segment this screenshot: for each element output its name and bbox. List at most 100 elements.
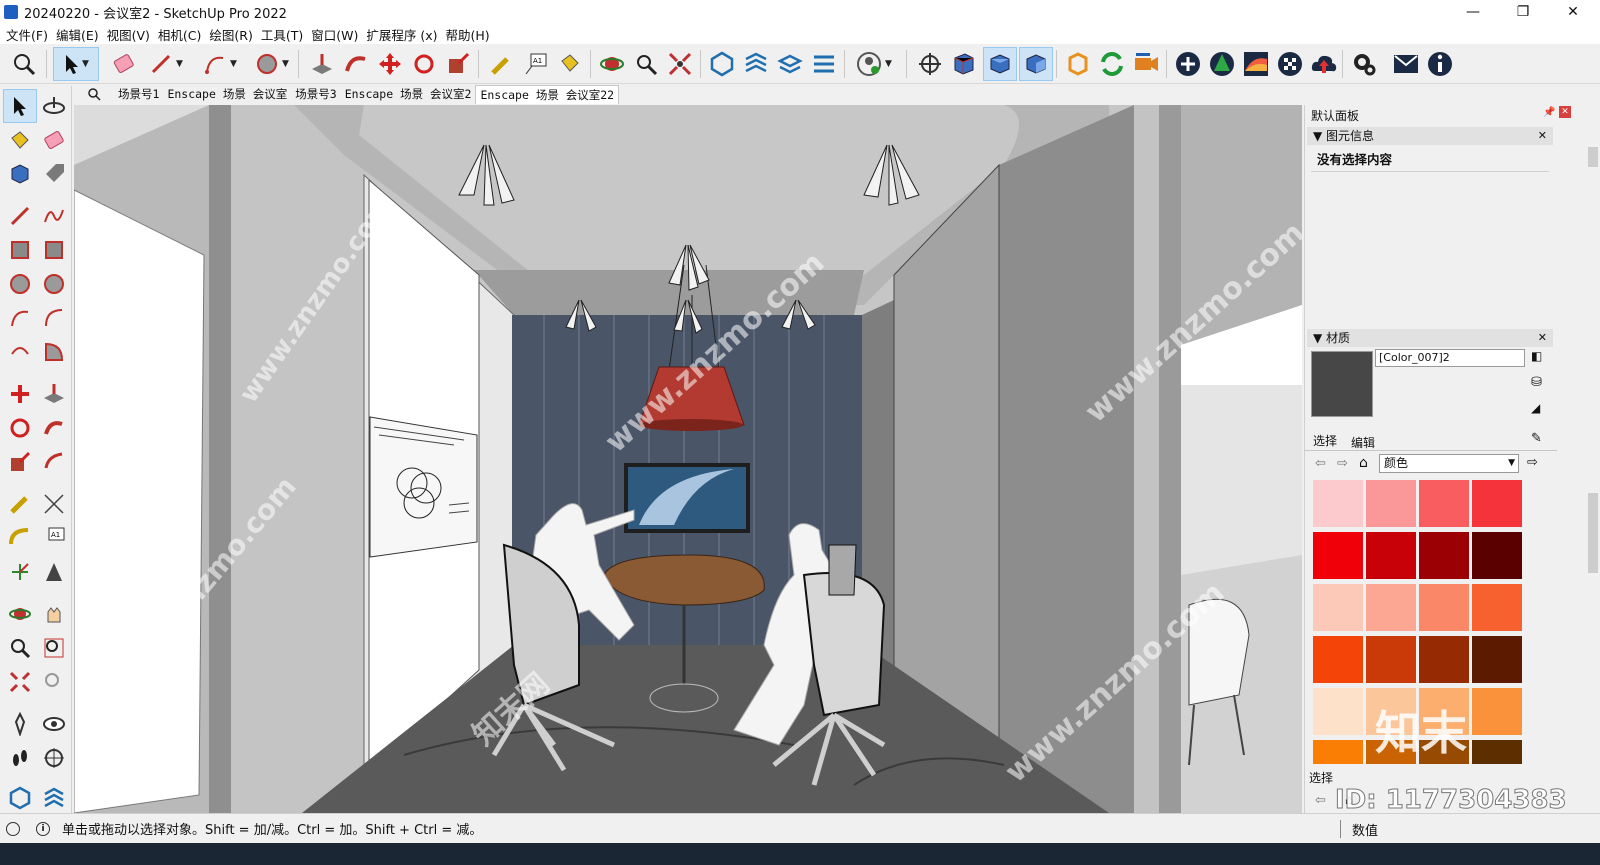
menu-help[interactable]: 帮助(H) bbox=[444, 25, 496, 44]
color-swatch[interactable] bbox=[1313, 584, 1363, 631]
eraser-icon[interactable] bbox=[38, 124, 70, 156]
color-swatch[interactable] bbox=[1366, 636, 1416, 683]
eyedropper-icon[interactable]: ✎ bbox=[1531, 431, 1542, 446]
circle-icon[interactable] bbox=[4, 268, 36, 300]
paint-icon[interactable]: ◢ bbox=[1531, 401, 1540, 415]
color-swatch[interactable] bbox=[1472, 740, 1522, 764]
orbit-icon[interactable] bbox=[38, 90, 70, 122]
tab-edit[interactable]: 编辑 bbox=[1351, 434, 1375, 451]
section-icon[interactable] bbox=[740, 48, 772, 80]
sun-icon[interactable] bbox=[1240, 48, 1272, 80]
tag-icon[interactable] bbox=[38, 158, 70, 190]
tree-icon[interactable] bbox=[1206, 48, 1238, 80]
component-icon[interactable] bbox=[4, 158, 36, 190]
pan-icon[interactable] bbox=[38, 598, 70, 630]
tab-scene-5[interactable]: Enscape 场景 会议室22 bbox=[475, 85, 620, 104]
menu-edit[interactable]: 编辑(E) bbox=[54, 25, 105, 44]
menu-view[interactable]: 视图(V) bbox=[105, 25, 156, 44]
color-swatch[interactable] bbox=[1366, 584, 1416, 631]
search-icon[interactable] bbox=[74, 84, 114, 104]
offset-icon[interactable] bbox=[38, 446, 70, 478]
rotate-icon[interactable] bbox=[408, 48, 440, 80]
paint-bucket-icon[interactable] bbox=[4, 124, 36, 156]
crosshair-icon[interactable] bbox=[914, 48, 946, 80]
front-view-icon[interactable] bbox=[1019, 47, 1053, 81]
three-point-arc-icon[interactable] bbox=[4, 336, 36, 368]
3d-text-icon[interactable] bbox=[38, 556, 70, 588]
color-swatch[interactable] bbox=[1313, 480, 1363, 527]
close-icon[interactable]: ✕ bbox=[1538, 127, 1547, 145]
zoom-extents-icon[interactable] bbox=[4, 666, 36, 698]
section-plane-icon[interactable] bbox=[38, 742, 70, 774]
freehand-icon[interactable] bbox=[38, 200, 70, 232]
zoom-extents-icon[interactable] bbox=[664, 48, 696, 80]
library-select[interactable]: 颜色 ▼ bbox=[1379, 454, 1519, 473]
color-swatch[interactable] bbox=[1313, 532, 1363, 579]
checker-icon[interactable] bbox=[1274, 48, 1306, 80]
text-icon[interactable]: A1 bbox=[520, 48, 552, 80]
color-swatch[interactable] bbox=[1472, 636, 1522, 683]
settings-icon[interactable] bbox=[1348, 48, 1380, 80]
select-icon[interactable] bbox=[3, 89, 37, 123]
close-button[interactable]: ✕ bbox=[1550, 0, 1596, 24]
material-name-field[interactable]: [Color_007]2 bbox=[1375, 349, 1525, 367]
tab-select[interactable]: 选择 bbox=[1309, 432, 1341, 449]
arc-icon[interactable] bbox=[4, 302, 36, 334]
back-icon[interactable]: ⇦ bbox=[1315, 793, 1326, 808]
color-swatch[interactable] bbox=[1366, 480, 1416, 527]
follow-me-icon[interactable] bbox=[340, 48, 372, 80]
details-icon[interactable]: ⇨ bbox=[1527, 455, 1538, 470]
color-swatch[interactable] bbox=[1472, 480, 1522, 527]
enscape-logo-icon[interactable] bbox=[1062, 48, 1094, 80]
rotated-rectangle-icon[interactable] bbox=[38, 234, 70, 266]
add-icon[interactable] bbox=[1172, 48, 1204, 80]
color-swatch[interactable] bbox=[1472, 688, 1522, 735]
push-pull-icon[interactable] bbox=[306, 48, 338, 80]
close-tray-icon[interactable]: ✕ bbox=[1559, 106, 1571, 118]
forward-icon[interactable]: ⇨ bbox=[1337, 456, 1348, 471]
dimension-icon[interactable] bbox=[38, 488, 70, 520]
minimize-button[interactable]: — bbox=[1450, 0, 1496, 24]
scale-icon[interactable] bbox=[442, 48, 474, 80]
two-point-arc-icon[interactable] bbox=[38, 302, 70, 334]
orbit-icon[interactable] bbox=[596, 48, 628, 80]
text-icon[interactable]: A1 bbox=[38, 522, 70, 554]
sandbox-icon[interactable] bbox=[4, 782, 36, 814]
menu-draw[interactable]: 绘图(R) bbox=[207, 25, 258, 44]
model-viewport[interactable]: www.znzmo.com www.znzmo.com www.znzmo.co… bbox=[74, 105, 1302, 813]
color-swatch[interactable] bbox=[1419, 584, 1469, 631]
pin-icon[interactable]: 📌 bbox=[1543, 107, 1555, 118]
pencil-icon[interactable] bbox=[4, 200, 36, 232]
geolocation-icon[interactable] bbox=[6, 821, 20, 836]
color-swatch[interactable] bbox=[1313, 688, 1363, 735]
top-view-icon[interactable] bbox=[983, 47, 1017, 81]
layers-icon[interactable] bbox=[38, 782, 70, 814]
entity-info-header[interactable]: ▼ 图元信息 ✕ bbox=[1307, 127, 1553, 145]
rotate-icon[interactable] bbox=[4, 412, 36, 444]
create-material-icon[interactable]: ◧ bbox=[1531, 349, 1542, 363]
layers-icon[interactable] bbox=[774, 48, 806, 80]
mail-icon[interactable] bbox=[1390, 48, 1422, 80]
zoom-icon[interactable] bbox=[4, 632, 36, 664]
menu-extensions[interactable]: 扩展程序 (x) bbox=[364, 25, 443, 44]
color-swatch[interactable] bbox=[1419, 532, 1469, 579]
color-swatch[interactable] bbox=[1366, 532, 1416, 579]
menu-camera[interactable]: 相机(C) bbox=[156, 25, 207, 44]
back-icon[interactable]: ⇦ bbox=[1315, 456, 1326, 471]
iso-view-icon[interactable] bbox=[948, 48, 980, 80]
previous-view-icon[interactable] bbox=[38, 666, 70, 698]
select-icon[interactable]: ▼ bbox=[53, 47, 99, 81]
protractor-icon[interactable] bbox=[4, 522, 36, 554]
upload-icon[interactable] bbox=[1308, 48, 1340, 80]
component-icon[interactable] bbox=[808, 48, 840, 80]
user-icon[interactable]: ▼ bbox=[852, 48, 896, 80]
menu-file[interactable]: 文件(F) bbox=[4, 25, 54, 44]
color-swatch[interactable] bbox=[1419, 636, 1469, 683]
orbit-icon[interactable] bbox=[4, 598, 36, 630]
menu-window[interactable]: 窗口(W) bbox=[309, 25, 364, 44]
restore-button[interactable]: ❐ bbox=[1500, 0, 1546, 24]
pencil-icon[interactable]: ▼ bbox=[144, 48, 188, 80]
axes-icon[interactable] bbox=[4, 556, 36, 588]
arc-icon[interactable]: ▼ bbox=[198, 48, 242, 80]
tab-scene-4[interactable]: Enscape 场景 会议室2 bbox=[341, 85, 476, 104]
